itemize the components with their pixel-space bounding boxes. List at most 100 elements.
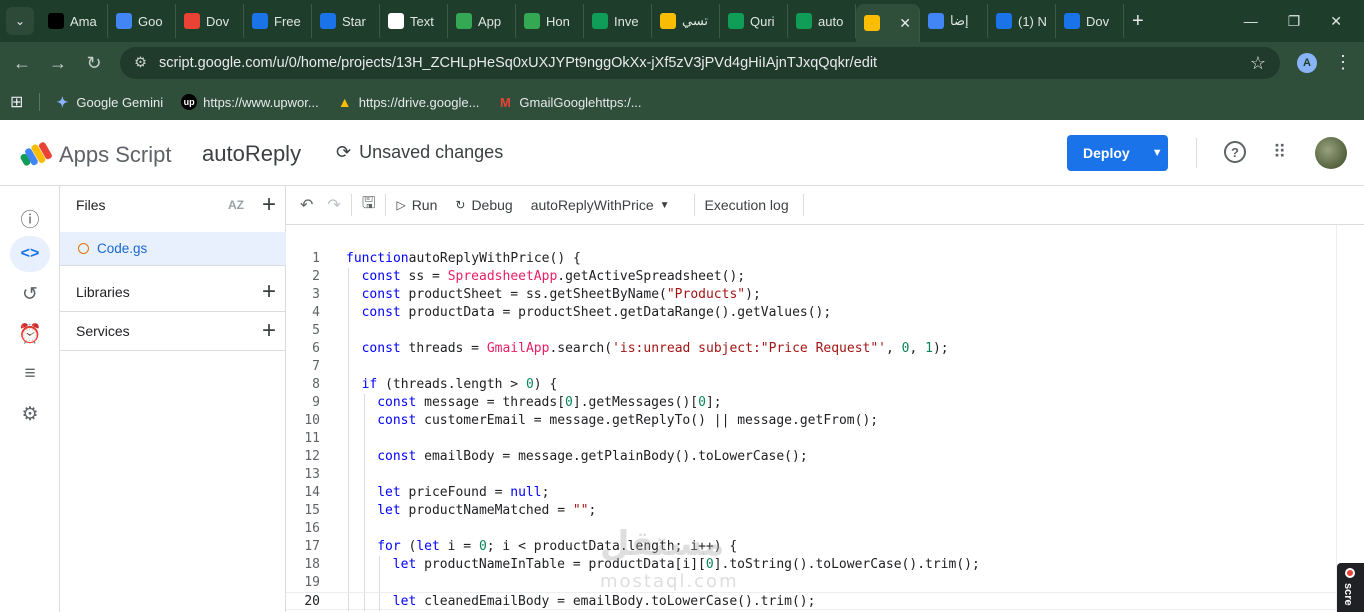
tab-search-chevron-icon[interactable]: ⌄ — [6, 7, 34, 35]
code-token: autoReplyWithPrice() { — [408, 251, 581, 266]
browser-tab[interactable]: Free — [244, 4, 312, 38]
settings-gear-icon[interactable]: ⚙ — [10, 396, 50, 432]
add-library-plus-icon[interactable]: + — [262, 278, 276, 306]
undo-icon[interactable]: ↶ — [300, 195, 313, 215]
add-service-plus-icon[interactable]: + — [262, 317, 276, 345]
google-apps-icon[interactable]: ⠿ — [1273, 142, 1286, 163]
services-section[interactable]: Services + — [60, 312, 286, 351]
redo-icon[interactable]: ↷ — [327, 195, 340, 215]
reload-icon[interactable]: ↻ — [76, 53, 112, 74]
line-number: 1 — [312, 251, 320, 266]
back-arrow-icon[interactable]: ← — [4, 53, 40, 74]
apps-script-logo-icon[interactable] — [20, 140, 52, 168]
browser-tab[interactable]: تسي — [652, 4, 720, 38]
url-field[interactable]: ⚙ script.google.com/u/0/home/projects/13… — [120, 47, 1280, 79]
indent-guide — [363, 502, 365, 520]
browser-tab[interactable]: Text — [380, 4, 448, 38]
browser-profile-avatar[interactable]: A — [1297, 53, 1317, 73]
browser-tab[interactable]: Ama — [40, 4, 108, 38]
libraries-section[interactable]: Libraries + — [60, 272, 286, 312]
browser-tab[interactable]: Dov — [1056, 4, 1124, 38]
indent-guide — [363, 448, 365, 466]
minimize-icon[interactable]: — — [1244, 13, 1258, 29]
browser-tab[interactable]: Hon — [516, 4, 584, 38]
code-token: customerEmail = message.getReplyTo() || … — [416, 413, 879, 428]
code-line[interactable]: 5 — [286, 322, 1336, 340]
code-line[interactable]: 1 functionautoReplyWithPrice() { — [286, 250, 1336, 268]
screen-recorder-widget[interactable]: scre — [1337, 563, 1364, 612]
code-line[interactable]: 18 let productNameInTable = productData[i… — [286, 556, 1336, 574]
browser-tab[interactable]: Inve — [584, 4, 652, 38]
help-icon[interactable]: ? — [1224, 141, 1246, 163]
code-line[interactable]: 13 — [286, 466, 1336, 484]
apps-grid-icon[interactable]: ⊞ — [10, 92, 23, 112]
browser-tab[interactable]: (1) N — [988, 4, 1056, 38]
history-icon[interactable]: ↺ — [10, 276, 50, 312]
code-line[interactable]: 4 const productData = productSheet.getDat… — [286, 304, 1336, 322]
triggers-alarm-icon[interactable]: ⏰ — [10, 316, 50, 352]
browser-tab[interactable]: Star — [312, 4, 380, 38]
bookmark-star-icon[interactable]: ☆ — [1250, 53, 1266, 74]
site-settings-icon[interactable]: ⚙ — [134, 55, 147, 71]
browser-tab[interactable]: ✕ — [856, 4, 920, 42]
debug-button[interactable]: ↻ Debug — [455, 197, 512, 213]
code-line[interactable]: 14 let priceFound = null; — [286, 484, 1336, 502]
indent-guide — [363, 556, 365, 574]
save-project-icon[interactable]: 🖫 — [362, 192, 376, 219]
code-line[interactable]: 10 const customerEmail = message.getReply… — [286, 412, 1336, 430]
code-line[interactable]: 19 — [286, 574, 1336, 592]
browser-tab[interactable]: Dov — [176, 4, 244, 38]
code-line[interactable]: 20 let cleanedEmailBody = emailBody.toLow… — [286, 592, 1336, 611]
code-line[interactable]: 6 const threads = GmailApp.search('is:unr… — [286, 340, 1336, 358]
code-token: 'is:unread subject:"Price Request"' — [612, 341, 887, 356]
code-line[interactable]: 9 const message = threads[0].getMessages(… — [286, 394, 1336, 412]
editor-code-icon[interactable]: <> — [10, 236, 50, 272]
deploy-button[interactable]: Deploy ▼ — [1067, 135, 1168, 171]
browser-tab[interactable]: Goo — [108, 4, 176, 38]
browser-menu-icon[interactable]: ⋮ — [1334, 52, 1352, 73]
code-line[interactable]: 2 const ss = SpreadsheetApp.getActiveSpre… — [286, 268, 1336, 286]
code-line[interactable]: 8 if (threads.length > 0) { — [286, 376, 1336, 394]
code-editor[interactable]: 1 functionautoReplyWithPrice() {2 const ss… — [286, 225, 1336, 612]
executions-list-icon[interactable]: ≡ — [10, 356, 50, 392]
code-line[interactable]: 15 let productNameMatched = ""; — [286, 502, 1336, 520]
function-selector[interactable]: autoReplyWithPrice ▼ — [531, 197, 670, 213]
bookmark-upwork[interactable]: up https://www.upwor... — [181, 94, 319, 110]
execution-log-button[interactable]: Execution log — [705, 197, 789, 213]
code-line[interactable]: 16 — [286, 520, 1336, 538]
editor-scrollbar[interactable] — [1336, 225, 1364, 612]
indent-guide — [348, 538, 349, 556]
code-text: const threads = GmailApp.search('is:unre… — [362, 340, 949, 358]
forward-arrow-icon[interactable]: → — [40, 53, 76, 74]
file-item-code-gs[interactable]: Code.gs — [60, 232, 286, 266]
indent-guide — [363, 394, 365, 412]
code-token: 0 — [565, 395, 573, 410]
drive-icon — [524, 13, 540, 29]
bookmark-drive[interactable]: ▲ https://drive.google... — [337, 94, 480, 110]
close-window-icon[interactable]: ✕ — [1330, 13, 1342, 30]
run-button[interactable]: ▷ Run — [396, 197, 437, 213]
bookmark-gemini[interactable]: ✦ Google Gemini — [54, 94, 164, 110]
indent-guide — [348, 502, 349, 520]
project-title[interactable]: autoReply — [202, 141, 301, 167]
sort-az-icon[interactable]: AZ — [228, 198, 244, 212]
browser-tab[interactable]: auto — [788, 4, 856, 38]
code-line[interactable]: 3 const productSheet = ss.getSheetByName(… — [286, 286, 1336, 304]
add-file-plus-icon[interactable]: + — [262, 191, 276, 219]
code-line[interactable]: 12 const emailBody = message.getPlainBody… — [286, 448, 1336, 466]
code-line[interactable]: 7 — [286, 358, 1336, 376]
indent-guide — [348, 448, 349, 466]
code-token: let — [392, 557, 417, 572]
close-tab-icon[interactable]: ✕ — [899, 15, 911, 32]
account-avatar[interactable] — [1315, 137, 1347, 169]
bookmark-gmail[interactable]: M GmailGooglehttps:/... — [497, 94, 642, 110]
browser-tab[interactable]: App — [448, 4, 516, 38]
restore-icon[interactable]: ❐ — [1288, 13, 1301, 30]
browser-tab[interactable]: Quri — [720, 4, 788, 38]
code-line[interactable]: 11 — [286, 430, 1336, 448]
browser-tab[interactable]: إضا — [920, 4, 988, 38]
new-tab-plus-icon[interactable]: + — [1132, 10, 1144, 33]
browser-tab-label: Ama — [70, 13, 97, 29]
overview-info-icon[interactable]: ⓘ — [10, 200, 50, 236]
code-line[interactable]: 17 for (let i = 0; i < productData.length… — [286, 538, 1336, 556]
